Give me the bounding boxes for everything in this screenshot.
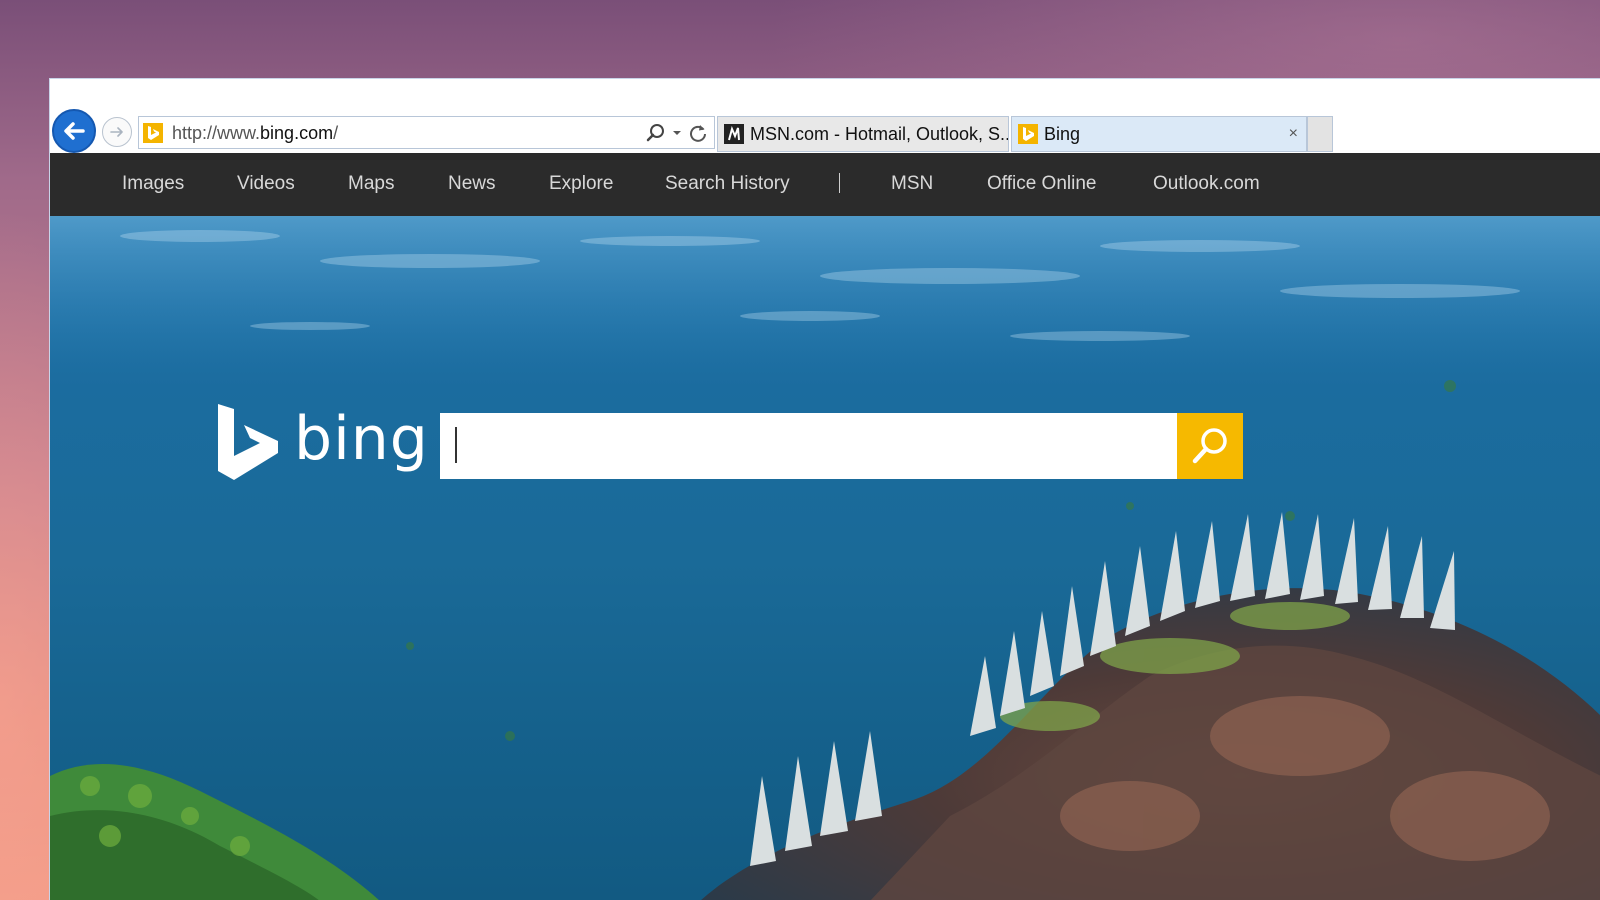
- search-button[interactable]: [1177, 413, 1243, 479]
- dropdown-icon[interactable]: [672, 122, 682, 144]
- bing-logo[interactable]: bing: [216, 404, 428, 484]
- back-arrow-icon: [64, 122, 85, 140]
- nav-item-maps[interactable]: Maps: [348, 173, 394, 195]
- forward-arrow-icon: [110, 127, 123, 137]
- tab-msn[interactable]: MSN.com - Hotmail, Outlook, S...: [717, 116, 1009, 152]
- nav-item-office-online[interactable]: Office Online: [987, 173, 1096, 195]
- tab-label: MSN.com - Hotmail, Outlook, S...: [750, 124, 1008, 144]
- url-prefix: http://www.: [172, 123, 261, 143]
- address-bar[interactable]: http://www.bing.com/: [138, 116, 715, 149]
- homepage-hero: bing: [50, 216, 1600, 900]
- bing-favicon-icon: [143, 123, 163, 143]
- msn-favicon-icon: [724, 124, 744, 144]
- browser-window: http://www.bing.com/ MSN.com - Hotmail, …: [49, 78, 1600, 900]
- refresh-icon[interactable]: [688, 122, 708, 144]
- forward-button[interactable]: [102, 117, 132, 147]
- bing-b-logo-icon: [218, 404, 278, 480]
- bing-favicon-icon: [1018, 124, 1038, 144]
- browser-toolbar: http://www.bing.com/ MSN.com - Hotmail, …: [50, 79, 1600, 153]
- nav-item-news[interactable]: News: [448, 173, 496, 195]
- back-button[interactable]: [52, 109, 96, 153]
- search-icon[interactable]: [646, 122, 666, 144]
- bing-nav-bar: Images Videos Maps News Explore Search H…: [50, 153, 1600, 216]
- nav-item-outlook[interactable]: Outlook.com: [1153, 173, 1260, 195]
- underwater-background-image: [50, 216, 1600, 900]
- tab-bing[interactable]: Bing ×: [1011, 116, 1307, 152]
- url-suffix: /: [333, 123, 339, 143]
- nav-item-explore[interactable]: Explore: [549, 173, 613, 195]
- nav-divider: [839, 173, 840, 193]
- nav-item-search-history[interactable]: Search History: [665, 173, 790, 195]
- search-input[interactable]: [440, 413, 1177, 479]
- nav-item-videos[interactable]: Videos: [237, 173, 295, 195]
- address-bar-icons: [646, 122, 708, 144]
- url-domain: bing.com: [260, 123, 334, 143]
- nav-item-images[interactable]: Images: [122, 173, 184, 195]
- nav-item-msn[interactable]: MSN: [891, 173, 933, 195]
- new-tab-button[interactable]: [1307, 116, 1333, 152]
- tab-label: Bing: [1044, 124, 1081, 144]
- text-caret: [455, 427, 457, 463]
- bing-logo-text: bing: [294, 404, 429, 474]
- url-text[interactable]: http://www.bing.com/: [172, 123, 338, 144]
- magnifier-icon: [1192, 428, 1227, 464]
- close-icon[interactable]: ×: [1289, 125, 1298, 143]
